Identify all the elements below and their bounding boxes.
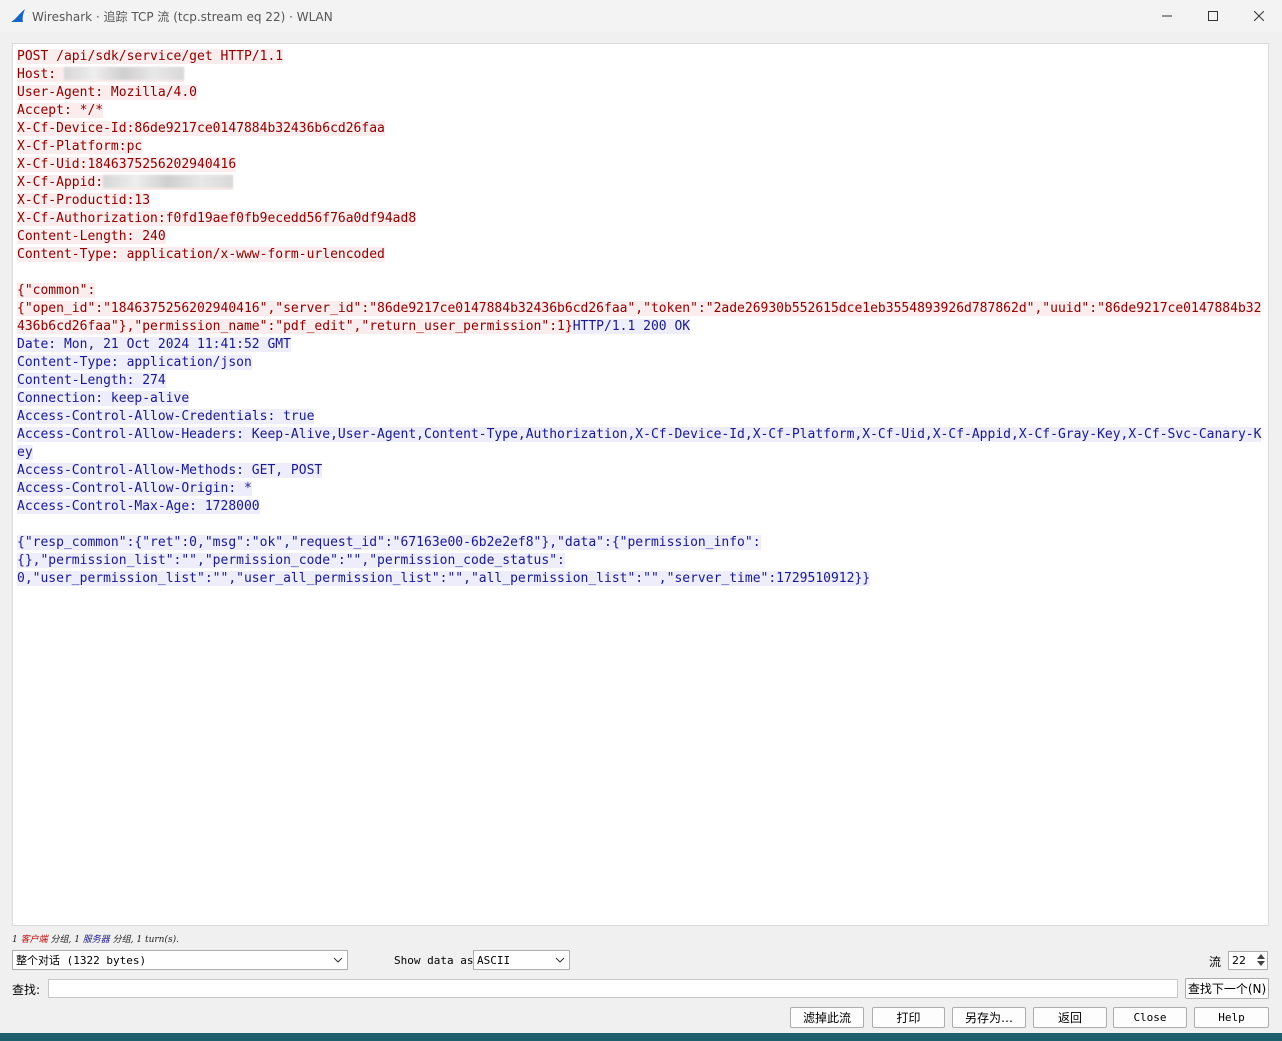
minimize-icon (1162, 15, 1172, 17)
server-header-line: Access-Control-Allow-Methods: GET, POST (17, 463, 323, 478)
client-header-line: Content-Length: 240 (17, 229, 166, 244)
server-header-line: Access-Control-Allow-Credentials: true (17, 409, 315, 424)
client-header-line: X-Cf-Device-Id:86de9217ce0147884b32436b6… (17, 121, 385, 136)
show-data-value: ASCII (477, 953, 511, 967)
title-bar: Wireshark · 追踪 TCP 流 (tcp.stream eq 22) … (0, 0, 1282, 32)
summary-text: 分组, 1 turn(s). (109, 935, 179, 945)
redacted-value (63, 67, 184, 80)
chevron-down-icon (333, 957, 343, 963)
server-header-line: Access-Control-Allow-Headers: Keep-Alive… (17, 427, 1262, 460)
redacted-value (103, 175, 234, 188)
stream-summary: 1 客户端 分组, 1 服务器 分组, 1 turn(s). (12, 932, 179, 945)
client-header-line: X-Cf-Platform:pc (17, 139, 143, 154)
show-data-select[interactable]: ASCII (473, 950, 570, 970)
spin-up-icon[interactable] (1257, 953, 1265, 960)
help-button[interactable]: Help (1194, 1007, 1269, 1028)
summary-server-label: 服务器 (82, 935, 110, 945)
client-header-line: Host: (17, 67, 184, 82)
minimize-button[interactable] (1144, 0, 1190, 32)
server-status-line: HTTP/1.1 200 OK (572, 319, 691, 334)
summary-client-label: 客户端 (20, 935, 48, 945)
stream-number-value: 22 (1232, 954, 1246, 967)
wireshark-fin-icon (10, 8, 26, 24)
find-input[interactable] (48, 979, 1178, 998)
stream-number-label: 流 (1209, 955, 1222, 969)
maximize-button[interactable] (1190, 0, 1236, 32)
back-button[interactable]: 返回 (1033, 1007, 1107, 1028)
server-header-line: Date: Mon, 21 Oct 2024 11:41:52 GMT (17, 337, 291, 352)
client-header-line: X-Cf-Appid: (17, 175, 234, 190)
client-header-line: Content-Type: application/x-www-form-url… (17, 247, 385, 262)
spin-down-icon[interactable] (1257, 960, 1265, 967)
client-header-line: X-Cf-Uid:1846375256202940416 (17, 157, 237, 172)
window-title: Wireshark · 追踪 TCP 流 (tcp.stream eq 22) … (32, 9, 333, 24)
save-as-button[interactable]: 另存为… (952, 1007, 1026, 1028)
server-header-line: Access-Control-Max-Age: 1728000 (17, 499, 260, 514)
client-header-line: Accept: */* (17, 103, 104, 118)
client-header-line: POST /api/sdk/service/get HTTP/1.1 (17, 49, 284, 64)
client-header-line: X-Cf-Productid:13 (17, 193, 151, 208)
server-header-line: Connection: keep-alive (17, 391, 190, 406)
filter-out-stream-button[interactable]: 滤掉此流 (790, 1007, 864, 1028)
client-header-line: X-Cf-Authorization:f0fd19aef0fb9ecedd56f… (17, 211, 417, 226)
close-icon (1254, 11, 1264, 21)
find-label: 查找: (12, 983, 41, 997)
server-header-line: Content-Length: 274 (17, 373, 166, 388)
server-header-line: Access-Control-Allow-Origin: * (17, 481, 252, 496)
chevron-down-icon (555, 957, 565, 963)
find-next-button[interactable]: 查找下一个(N) (1185, 978, 1269, 999)
print-button[interactable]: 打印 (872, 1007, 945, 1028)
stream-content-view[interactable]: POST /api/sdk/service/get HTTP/1.1 Host:… (12, 43, 1269, 926)
summary-text: 分组, 1 (47, 935, 83, 945)
close-button[interactable]: Close (1113, 1007, 1187, 1028)
close-window-button[interactable] (1236, 0, 1282, 32)
conversation-select[interactable]: 整个对话 (1322 bytes) (12, 950, 348, 970)
client-header-line: User-Agent: Mozilla/4.0 (17, 85, 198, 100)
show-data-label: Show data as (394, 954, 474, 967)
summary-text: 1 (12, 935, 21, 945)
conversation-select-value: 整个对话 (1322 bytes) (16, 954, 147, 967)
server-header-line: Content-Type: application/json (17, 355, 252, 370)
server-body: {"resp_common":{"ret":0,"msg":"ok","requ… (17, 535, 871, 586)
stream-number-spinbox[interactable]: 22 (1228, 951, 1268, 970)
maximize-icon (1208, 11, 1218, 21)
taskbar-strip (0, 1033, 1282, 1041)
stream-text: POST /api/sdk/service/get HTTP/1.1 Host:… (17, 48, 1268, 588)
